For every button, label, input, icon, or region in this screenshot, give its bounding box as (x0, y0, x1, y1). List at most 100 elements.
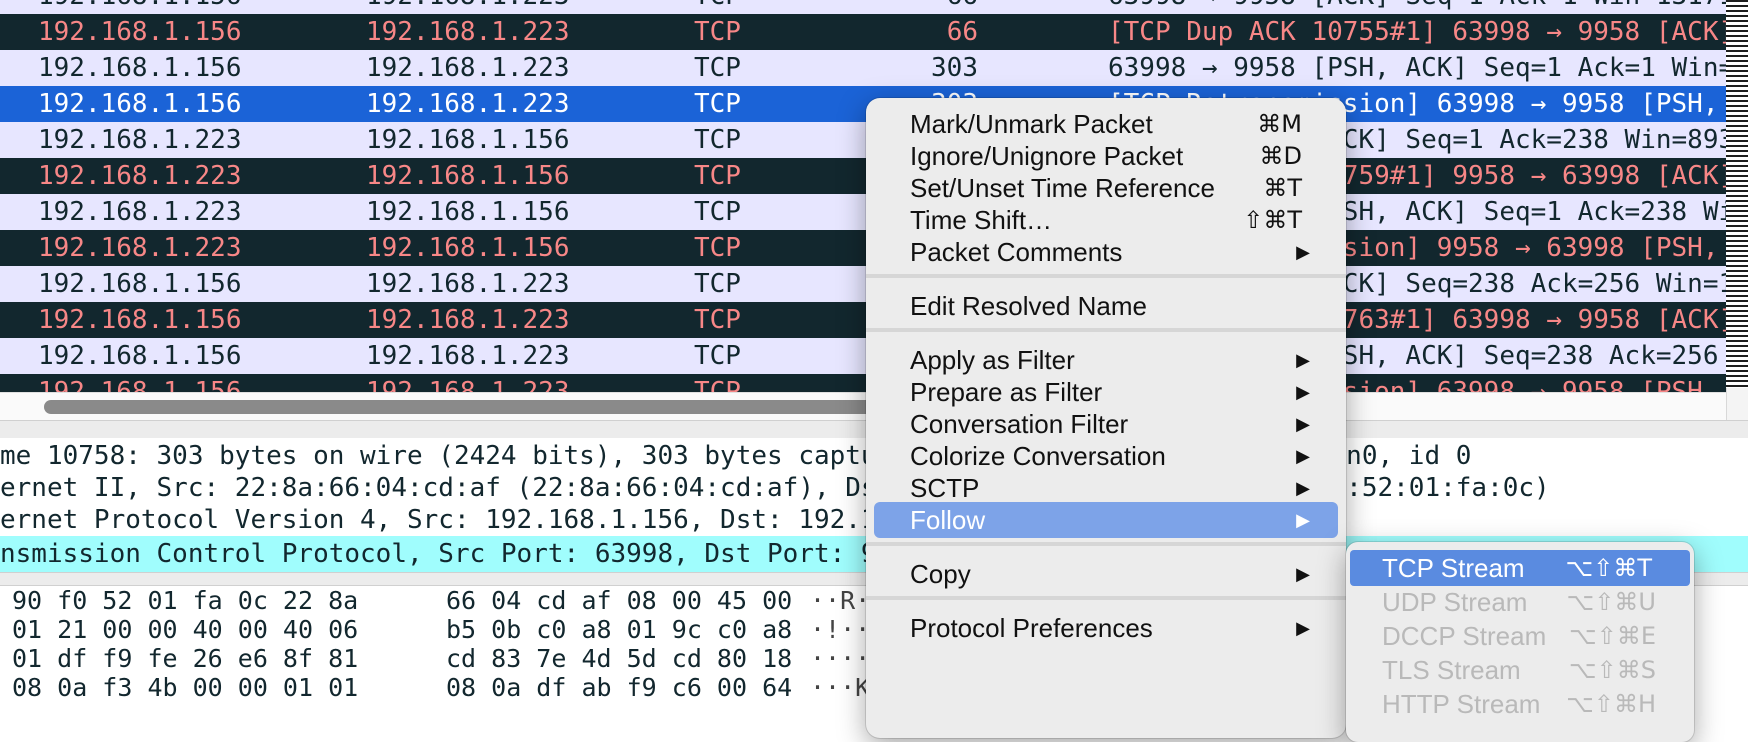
bytes-hex: cd 83 7e 4d 5d cd 80 18 (446, 644, 793, 673)
packet-destination: 192.168.1.156 (366, 125, 570, 155)
menu-item-copy[interactable]: Copy ▶ (874, 556, 1338, 592)
shortcut-label: ⌥⇧⌘H (1566, 690, 1656, 718)
packet-row[interactable]: 192.168.1.223 192.168.1.156 TCP 321 9958… (0, 194, 1726, 230)
packet-protocol: TCP (694, 17, 741, 47)
submenu-arrow-icon: ▶ (1296, 446, 1310, 466)
bytes-hex: 66 04 cd af 08 00 45 00 (446, 586, 793, 615)
submenu-item-http-stream[interactable]: HTTP Stream ⌥⇧⌘H (1346, 686, 1694, 722)
packet-protocol: TCP (694, 53, 741, 83)
submenu-item-dccp-stream[interactable]: DCCP Stream ⌥⇧⌘E (1346, 618, 1694, 654)
packet-destination: 192.168.1.223 (366, 269, 570, 299)
packet-source: 192.168.1.156 (38, 0, 242, 14)
menu-item-sctp[interactable]: SCTP ▶ (874, 470, 1338, 506)
bytes-hex: 90 f0 52 01 fa 0c 22 8a (12, 586, 359, 615)
horizontal-scroll-thumb[interactable] (44, 400, 1004, 414)
submenu-arrow-icon: ▶ (1296, 618, 1310, 638)
follow-submenu: TCP Stream ⌥⇧⌘T UDP Stream ⌥⇧⌘U DCCP Str… (1346, 542, 1694, 742)
packet-row[interactable]: 192.168.1.156 192.168.1.223 TCP 66 63998… (0, 266, 1726, 302)
shortcut-label: ⌥⇧⌘S (1569, 656, 1656, 684)
menu-item-time-reference[interactable]: Set/Unset Time Reference ⌘T (874, 170, 1338, 206)
submenu-item-udp-stream[interactable]: UDP Stream ⌥⇧⌘U (1346, 584, 1694, 620)
packet-protocol: TCP (694, 233, 741, 263)
packet-destination: 192.168.1.223 (366, 0, 570, 14)
packet-destination: 192.168.1.223 (366, 341, 570, 371)
menu-item-edit-resolved-name[interactable]: Edit Resolved Name (874, 288, 1338, 324)
packet-row[interactable]: 192.168.1.156 192.168.1.223 TCP 303 6399… (0, 50, 1726, 86)
menu-separator (866, 328, 1346, 332)
bytes-hex: 01 df f9 fe 26 e6 8f 81 (12, 644, 359, 673)
submenu-item-tcp-stream[interactable]: TCP Stream ⌥⇧⌘T (1350, 550, 1690, 586)
packet-row[interactable]: 192.168.1.156 192.168.1.223 TCP 66 [TCP … (0, 302, 1726, 338)
packet-destination: 192.168.1.156 (366, 233, 570, 263)
menu-item-prepare-as-filter[interactable]: Prepare as Filter ▶ (874, 374, 1338, 410)
menu-item-ignore-packet[interactable]: Ignore/Unignore Packet ⌘D (874, 138, 1338, 174)
packet-row[interactable]: 192.168.1.223 192.168.1.156 TCP 66 [TCP … (0, 158, 1726, 194)
packet-length: 66 (947, 0, 978, 14)
menu-item-time-shift[interactable]: Time Shift… ⇧⌘T (874, 202, 1338, 238)
packet-length: 303 (931, 53, 978, 83)
menu-separator (866, 596, 1346, 600)
packet-destination: 192.168.1.223 (366, 53, 570, 83)
menu-separator (866, 274, 1346, 278)
menu-item-conversation-filter[interactable]: Conversation Filter ▶ (874, 406, 1338, 442)
shortcut-label: ⌘T (1263, 174, 1302, 202)
packet-source: 192.168.1.156 (38, 89, 242, 119)
menu-item-protocol-preferences[interactable]: Protocol Preferences ▶ (874, 610, 1338, 646)
packet-protocol: TCP (694, 197, 741, 227)
menu-item-mark-packet[interactable]: Mark/Unmark Packet ⌘M (874, 106, 1338, 142)
shortcut-label: ⌘D (1259, 142, 1302, 170)
submenu-arrow-icon: ▶ (1296, 564, 1310, 584)
submenu-arrow-icon: ▶ (1296, 414, 1310, 434)
bytes-hex: 08 0a f3 4b 00 00 01 01 (12, 673, 359, 702)
bytes-hex: b5 0b c0 a8 01 9c c0 a8 (446, 615, 793, 644)
packet-source: 192.168.1.223 (38, 233, 242, 263)
packet-protocol: TCP (694, 269, 741, 299)
submenu-arrow-icon: ▶ (1296, 382, 1310, 402)
packet-protocol: TCP (694, 377, 741, 392)
menu-separator (866, 542, 1346, 546)
packet-source: 192.168.1.156 (38, 377, 242, 392)
packet-row[interactable]: 192.168.1.156 192.168.1.223 TCP 66 63998… (0, 0, 1726, 14)
packet-list-minimap[interactable] (1726, 0, 1748, 388)
packet-info: 63998 → 9958 [PSH, ACK] Seq=1 Ack=1 Win=… (1108, 53, 1726, 83)
packet-protocol: TCP (694, 161, 741, 191)
submenu-arrow-icon: ▶ (1296, 242, 1310, 262)
menu-item-colorize-conversation[interactable]: Colorize Conversation ▶ (874, 438, 1338, 474)
packet-protocol: TCP (694, 0, 741, 14)
packet-destination: 192.168.1.223 (366, 377, 570, 392)
submenu-arrow-icon: ▶ (1296, 510, 1310, 530)
packet-list[interactable]: 192.168.1.156 192.168.1.223 TCP 66 63998… (0, 0, 1726, 392)
packet-context-menu: Mark/Unmark Packet ⌘M Ignore/Unignore Pa… (866, 98, 1346, 738)
shortcut-label: ⌥⇧⌘U (1566, 588, 1656, 616)
shortcut-label: ⌥⇧⌘T (1565, 554, 1652, 582)
submenu-arrow-icon: ▶ (1296, 478, 1310, 498)
packet-length: 66 (946, 17, 978, 47)
bytes-hex: 08 0a df ab f9 c6 00 64 (446, 673, 793, 702)
packet-row[interactable]: 192.168.1.223 192.168.1.156 TCP 321 [TCP… (0, 230, 1726, 266)
submenu-item-tls-stream[interactable]: TLS Stream ⌥⇧⌘S (1346, 652, 1694, 688)
packet-source: 192.168.1.223 (38, 125, 242, 155)
menu-item-apply-as-filter[interactable]: Apply as Filter ▶ (874, 342, 1338, 378)
packet-info: 63998 → 9958 [ACK] Seq=1 Ack=1 Win=13171… (1108, 0, 1726, 14)
packet-source: 192.168.1.156 (38, 269, 242, 299)
packet-source: 192.168.1.223 (38, 161, 242, 191)
packet-protocol: TCP (694, 305, 741, 335)
packet-protocol: TCP (694, 89, 741, 119)
packet-destination: 192.168.1.223 (366, 89, 570, 119)
packet-protocol: TCP (694, 125, 741, 155)
packet-source: 192.168.1.156 (38, 305, 242, 335)
menu-item-follow[interactable]: Follow ▶ (874, 502, 1338, 538)
shortcut-label: ⌘M (1257, 110, 1302, 138)
packet-destination: 192.168.1.156 (366, 161, 570, 191)
packet-row[interactable]: 192.168.1.156 192.168.1.223 TCP 66 [TCP … (0, 14, 1726, 50)
packet-row[interactable]: 192.168.1.156 192.168.1.223 TCP 303 6399… (0, 338, 1726, 374)
packet-row[interactable]: 192.168.1.156 192.168.1.223 TCP 303 [TCP… (0, 374, 1726, 392)
packet-destination: 192.168.1.223 (366, 305, 570, 335)
packet-row[interactable]: 192.168.1.223 192.168.1.156 TCP 66 9958 … (0, 122, 1726, 158)
packet-source: 192.168.1.156 (38, 53, 242, 83)
packet-source: 192.168.1.156 (38, 17, 242, 47)
packet-source: 192.168.1.223 (38, 197, 242, 227)
packet-row-selected[interactable]: 192.168.1.156 192.168.1.223 TCP 303 [TCP… (0, 86, 1726, 122)
menu-item-packet-comments[interactable]: Packet Comments ▶ (874, 234, 1338, 270)
packet-protocol: TCP (694, 341, 741, 371)
